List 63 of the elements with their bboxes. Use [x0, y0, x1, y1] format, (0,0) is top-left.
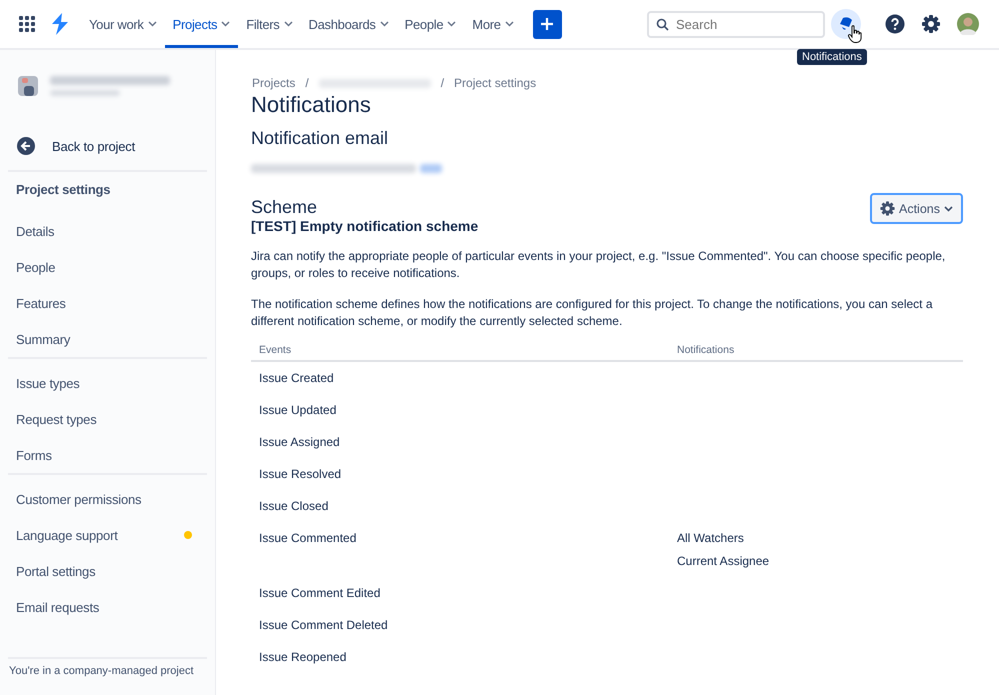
actions-button[interactable]: Actions	[870, 193, 963, 224]
sidebar-item[interactable]: Features	[8, 285, 207, 321]
lightning-logo-icon[interactable]	[51, 13, 69, 35]
scheme-name: [TEST] Empty notification scheme	[251, 218, 480, 234]
chevron-down-icon	[284, 21, 292, 27]
nav-menu[interactable]: Dashboards	[300, 0, 397, 48]
event-name: Issue Reopened	[259, 650, 346, 664]
event-name: Issue Assigned	[259, 435, 340, 449]
sidebar-heading: Project settings	[15, 181, 112, 199]
sidebar-item[interactable]: Email requests	[8, 589, 207, 625]
chevron-down-icon	[148, 21, 157, 27]
event-name: Issue Created	[259, 371, 334, 385]
section-heading: Notification email	[251, 128, 390, 149]
nav-menu[interactable]: Your work	[81, 0, 165, 48]
chevron-down-icon	[447, 21, 456, 27]
breadcrumb-separator: /	[305, 76, 309, 90]
plus-icon	[540, 17, 554, 31]
nav-menu[interactable]: People	[396, 0, 464, 48]
event-name: Issue Resolved	[259, 467, 342, 481]
notification-recipient: All Watchers	[677, 531, 745, 546]
event-name: Issue Closed	[259, 499, 328, 513]
chevron-down-icon	[380, 21, 389, 27]
notification-recipient: Current Assignee	[677, 554, 770, 569]
breadcrumb-link[interactable]: Projects	[252, 76, 296, 90]
event-name: Issue Updated	[259, 403, 336, 417]
breadcrumb-separator: /	[440, 76, 444, 90]
breadcrumb-link[interactable]: Project settings	[454, 76, 536, 90]
sidebar-item[interactable]: People	[8, 249, 207, 285]
sidebar-item[interactable]: Summary	[8, 321, 207, 357]
section-heading: Scheme	[251, 197, 318, 218]
page-title: Notifications	[251, 92, 372, 118]
sidebar-item[interactable]: Customer permissions	[8, 481, 207, 517]
create-button[interactable]	[532, 10, 562, 38]
help-icon[interactable]	[885, 14, 905, 34]
project-type-note: You're in a company-managed project	[8, 665, 195, 677]
app-switcher-icon[interactable]	[19, 16, 35, 32]
sidebar-item[interactable]: Language support	[8, 517, 207, 553]
chevron-down-icon	[221, 21, 230, 27]
project-avatar-icon	[16, 74, 40, 98]
sidebar-item[interactable]: Request types	[8, 401, 207, 437]
hand-cursor-icon	[848, 25, 862, 43]
sidebar-item[interactable]: Portal settings	[8, 553, 207, 589]
back-link[interactable]: Back to project	[8, 128, 207, 164]
search-field[interactable]: Search	[647, 10, 825, 38]
settings-icon[interactable]	[921, 14, 941, 34]
nav-menu[interactable]: More	[464, 0, 522, 48]
event-name: Issue Commented	[259, 531, 356, 545]
event-name: Issue Comment Deleted	[259, 618, 388, 632]
description-text: The notification scheme defines how the notifications are configured for this project. To change the notifications, you can select a different notification scheme, or modify the currently selected scheme.	[251, 296, 934, 330]
avatar[interactable]	[957, 13, 979, 35]
tooltip: Notifications	[797, 49, 867, 65]
nav-menu[interactable]: Filters	[238, 0, 300, 48]
chevron-down-icon	[504, 21, 514, 27]
description-text: Jira can notify the appropriate people of particular events in your project, e.g. "Issue Commented". You can choose specific people, groups, or roles to receive notifications.	[251, 248, 946, 282]
event-name: Issue Comment Edited	[259, 586, 380, 600]
chevron-down-icon	[944, 206, 953, 212]
blurred-text	[50, 90, 120, 96]
sidebar-item[interactable]: Issue types	[8, 365, 207, 401]
sidebar-item[interactable]: Details	[8, 213, 207, 249]
column-header: Events	[251, 344, 669, 361]
gear-icon	[880, 201, 895, 216]
sidebar-item[interactable]: Forms	[8, 437, 207, 473]
column-header: Notifications	[669, 344, 963, 361]
